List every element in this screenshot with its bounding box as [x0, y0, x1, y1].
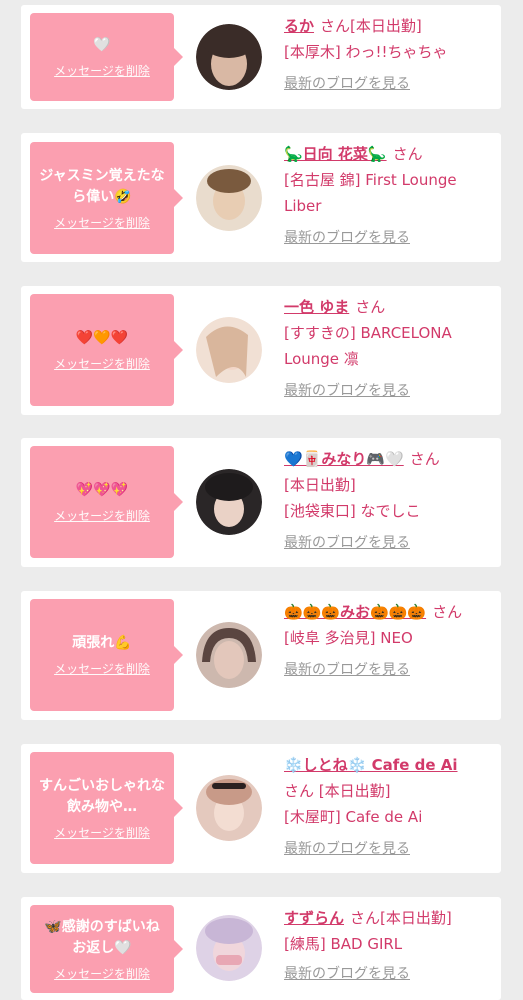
latest-blog-link[interactable]: 最新のブログを見る [284, 836, 491, 862]
avatar[interactable] [196, 317, 262, 383]
message-card: 🦋感謝のすばいねお返し🤍 メッセージを削除 すずらん さん[本日出勤] [練馬] … [21, 897, 501, 1000]
message-list: 🤍 メッセージを削除 るか さん[本日出勤] [本厚木] わっ!!ちゃちゃ 最新の… [0, 0, 523, 1000]
latest-blog-link[interactable]: 最新のブログを見る [284, 530, 491, 556]
shop-line: [木屋町] Cafe de Ai [284, 808, 423, 826]
honorific: さん [355, 298, 386, 316]
message-text: すんごいおしゃれな飲み物や… [39, 777, 165, 815]
cast-info: すずらん さん[本日出勤] [練馬] BAD GIRL 最新のブログを見る [284, 905, 491, 987]
latest-blog-link[interactable]: 最新のブログを見る [284, 378, 491, 404]
honorific: さん [320, 17, 351, 35]
message-bubble: 💖💖💖 メッセージを削除 [30, 446, 183, 558]
message-text: 頑張れ💪 [72, 635, 132, 651]
honorific: さん [409, 450, 440, 468]
cast-info: るか さん[本日出勤] [本厚木] わっ!!ちゃちゃ 最新のブログを見る [284, 13, 491, 97]
honorific: さん [350, 909, 381, 927]
shop-line: [練馬] BAD GIRL [284, 935, 403, 953]
cast-name-link[interactable]: るか [284, 17, 314, 35]
message-bubble: 🤍 メッセージを削除 [30, 13, 183, 101]
message-bubble: ジャスミン覚えたなら偉い🤣 メッセージを削除 [30, 142, 183, 254]
message-text: ジャスミン覚えたなら偉い🤣 [39, 167, 165, 205]
delete-message-link[interactable]: メッセージを削除 [54, 355, 150, 372]
message-card: 頑張れ💪 メッセージを削除 🎃🎃🎃みお🎃🎃🎃 さん [岐阜 多治見] NEO 最新… [21, 591, 501, 720]
shop-line: [名古屋 錦] First Lounge Liber [284, 171, 457, 215]
avatar[interactable] [196, 915, 262, 981]
cast-info: 💙🀄みなり🎮🤍 さん [本日出勤] [池袋東口] なでしこ 最新のブログを見る [284, 446, 491, 556]
shop-line: [すすきの] BARCELONA Lounge 凛 [284, 324, 452, 368]
message-card: 💖💖💖 メッセージを削除 💙🀄みなり🎮🤍 さん [本日出勤] [池袋東口] なでし… [21, 438, 501, 567]
message-text: 🤍 [93, 37, 111, 53]
status-badge: [本日出勤] [284, 476, 356, 494]
cast-name-link[interactable]: 一色 ゆま [284, 298, 349, 316]
delete-message-link[interactable]: メッセージを削除 [54, 965, 150, 982]
message-card: 🤍 メッセージを削除 るか さん[本日出勤] [本厚木] わっ!!ちゃちゃ 最新の… [21, 5, 501, 109]
cast-info: 🎃🎃🎃みお🎃🎃🎃 さん [岐阜 多治見] NEO 最新のブログを見る [284, 599, 491, 683]
avatar[interactable] [196, 24, 262, 90]
cast-info: ❄️しとね❄️ Cafe de Ai さん [本日出勤] [木屋町] Cafe … [284, 752, 491, 862]
cast-name-link[interactable]: 🦕日向 花菜🦕 [284, 145, 387, 163]
shop-line: [池袋東口] なでしこ [284, 502, 421, 520]
cast-name-link[interactable]: すずらん [284, 909, 344, 927]
shop-line: [岐阜 多治見] NEO [284, 629, 413, 647]
latest-blog-link[interactable]: 最新のブログを見る [284, 225, 491, 251]
latest-blog-link[interactable]: 最新のブログを見る [284, 961, 491, 987]
cast-info: 一色 ゆま さん [すすきの] BARCELONA Lounge 凛 最新のブログ… [284, 294, 491, 404]
delete-message-link[interactable]: メッセージを削除 [54, 62, 150, 79]
avatar[interactable] [196, 165, 262, 231]
status-badge: さん [本日出勤] [284, 782, 391, 800]
message-text: ❤️🧡❤️ [75, 330, 129, 346]
cast-name-link[interactable]: ❄️しとね❄️ Cafe de Ai [284, 756, 458, 774]
delete-message-link[interactable]: メッセージを削除 [54, 507, 150, 524]
status-badge: [本日出勤] [350, 17, 422, 35]
message-bubble: ❤️🧡❤️ メッセージを削除 [30, 294, 183, 406]
message-bubble: 頑張れ💪 メッセージを削除 [30, 599, 183, 711]
cast-name-link[interactable]: 🎃🎃🎃みお🎃🎃🎃 [284, 603, 426, 621]
honorific: さん [392, 145, 423, 163]
avatar[interactable] [196, 775, 262, 841]
latest-blog-link[interactable]: 最新のブログを見る [284, 71, 491, 97]
avatar[interactable] [196, 622, 262, 688]
delete-message-link[interactable]: メッセージを削除 [54, 660, 150, 677]
avatar[interactable] [196, 469, 262, 535]
message-card: ジャスミン覚えたなら偉い🤣 メッセージを削除 🦕日向 花菜🦕 さん [名古屋 錦]… [21, 133, 501, 262]
status-badge: [本日出勤] [380, 909, 452, 927]
message-bubble: すんごいおしゃれな飲み物や… メッセージを削除 [30, 752, 183, 864]
message-text: 🦋感謝のすばいねお返し🤍 [44, 918, 160, 956]
shop-line: [本厚木] わっ!!ちゃちゃ [284, 43, 448, 61]
cast-info: 🦕日向 花菜🦕 さん [名古屋 錦] First Lounge Liber 最新の… [284, 141, 491, 251]
message-bubble: 🦋感謝のすばいねお返し🤍 メッセージを削除 [30, 905, 183, 993]
message-text: 💖💖💖 [75, 482, 129, 498]
cast-name-link[interactable]: 💙🀄みなり🎮🤍 [284, 450, 404, 468]
message-card: ❤️🧡❤️ メッセージを削除 一色 ゆま さん [すすきの] BARCELONA … [21, 286, 501, 415]
delete-message-link[interactable]: メッセージを削除 [54, 214, 150, 231]
latest-blog-link[interactable]: 最新のブログを見る [284, 657, 491, 683]
honorific: さん [432, 603, 463, 621]
delete-message-link[interactable]: メッセージを削除 [54, 824, 150, 841]
message-card: すんごいおしゃれな飲み物や… メッセージを削除 ❄️しとね❄️ Cafe de … [21, 744, 501, 873]
